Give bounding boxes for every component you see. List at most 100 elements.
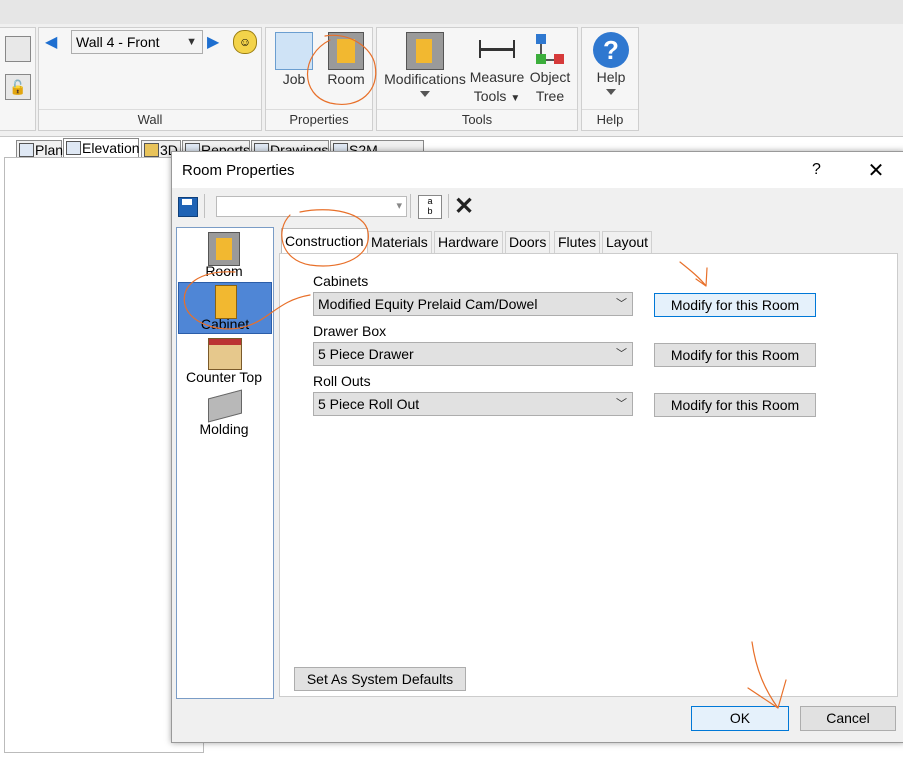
tab-plan[interactable]: Plan	[16, 140, 64, 158]
tab-layout-label: Layout	[606, 234, 649, 250]
next-wall-icon[interactable]: ▶	[207, 32, 219, 52]
category-cabinet-label: Cabinet	[200, 316, 250, 332]
chevron-down-icon: ﹀	[616, 298, 627, 310]
tab-hardware[interactable]: Hardware	[434, 231, 503, 253]
chevron-down-icon: ﹀	[616, 398, 627, 410]
countertop-icon	[208, 338, 242, 370]
cabinets-label: Cabinets	[313, 273, 369, 289]
modifications-label: Modifications	[384, 71, 466, 87]
job-button[interactable]: Job	[270, 32, 318, 89]
category-molding[interactable]: Molding	[178, 388, 270, 438]
cancel-button[interactable]: Cancel	[800, 706, 896, 731]
measure-tools-button[interactable]: Measure Tools ▼	[469, 32, 525, 108]
toolbar-separator	[448, 194, 449, 218]
measure-label-1: Measure	[469, 69, 525, 85]
tab-flutes[interactable]: Flutes	[554, 231, 601, 253]
job-button-label: Job	[282, 71, 306, 87]
ribbon-group-tools: Modifications Measure Tools ▼ Object Tre…	[376, 27, 578, 131]
ok-button[interactable]: OK	[691, 706, 789, 731]
face-icon[interactable]: ☺	[233, 30, 257, 54]
wall-selector[interactable]: Wall 4 - Front ▼	[71, 30, 203, 54]
molding-icon	[208, 389, 242, 423]
measure-label-2-row: Tools ▼	[469, 87, 525, 108]
tab-materials[interactable]: Materials	[367, 231, 432, 253]
chevron-down-icon: ▼	[186, 36, 197, 48]
modify-roll-outs-button[interactable]: Modify for this Room	[654, 393, 816, 417]
dropdown-caret-icon: ▼	[510, 93, 521, 104]
toolbar-separator	[204, 194, 205, 218]
dialog-title: Room Properties	[182, 162, 295, 179]
roll-outs-select[interactable]: 5 Piece Roll Out ﹀	[313, 392, 633, 416]
dialog-titlebar: Room Properties ? ✕	[172, 152, 903, 188]
category-list: Room Cabinet Counter Top Molding	[176, 227, 274, 699]
preset-combo[interactable]: ▾	[216, 196, 407, 217]
category-countertop[interactable]: Counter Top	[178, 336, 270, 386]
category-countertop-label: Counter Top	[185, 369, 262, 385]
construction-tab-panel	[279, 253, 898, 697]
tab-elevation[interactable]: Elevation	[63, 138, 140, 158]
tab-layout[interactable]: Layout	[602, 231, 653, 253]
elevation-icon	[66, 141, 81, 155]
measure-label-2: Tools	[473, 88, 507, 104]
modifications-icon	[406, 32, 444, 70]
plan-icon	[19, 143, 34, 157]
dialog-help-button[interactable]: ?	[812, 161, 821, 179]
drawer-box-select-value: 5 Piece Drawer	[318, 346, 414, 362]
rename-icon[interactable]: ab	[418, 195, 442, 219]
room-icon	[208, 232, 240, 266]
save-icon[interactable]	[178, 197, 198, 217]
category-molding-label: Molding	[199, 421, 249, 437]
room-button-label: Room	[327, 71, 365, 87]
prev-wall-icon[interactable]: ◀	[45, 32, 57, 52]
wall-selector-value: Wall 4 - Front	[76, 34, 160, 50]
ribbon-group-left-partial: 🔓	[0, 27, 36, 131]
dropdown-caret-icon	[606, 89, 616, 95]
drawer-box-select[interactable]: 5 Piece Drawer ﹀	[313, 342, 633, 366]
category-cabinet[interactable]: Cabinet	[178, 282, 272, 334]
tab-materials-label: Materials	[371, 234, 428, 250]
close-icon[interactable]: ✕	[864, 158, 888, 183]
roll-outs-label: Roll Outs	[313, 373, 371, 389]
cabinet-icon	[215, 285, 237, 319]
help-button-label: Help	[596, 69, 626, 85]
window-top-strip	[0, 0, 903, 24]
tab-construction[interactable]: Construction	[281, 228, 368, 254]
modify-cabinets-button[interactable]: Modify for this Room	[654, 293, 816, 317]
ribbon-group-help: ? Help Help	[581, 27, 639, 131]
chevron-down-icon: ﹀	[616, 348, 627, 360]
object-label-1: Object	[529, 69, 571, 85]
tab-hardware-label: Hardware	[438, 234, 499, 250]
modify-drawer-box-button[interactable]: Modify for this Room	[654, 343, 816, 367]
tab-elevation-label: Elevation	[82, 140, 140, 156]
modifications-button[interactable]: Modifications	[381, 32, 469, 97]
cabinets-select-value: Modified Equity Prelaid Cam/Dowel	[318, 296, 538, 312]
tab-doors[interactable]: Doors	[505, 231, 551, 253]
roll-outs-select-value: 5 Piece Roll Out	[318, 396, 420, 412]
delete-icon[interactable]: ✕	[454, 192, 474, 221]
help-icon: ?	[593, 32, 629, 68]
3d-box-icon	[144, 143, 159, 157]
group-label-tools: Tools	[377, 109, 577, 130]
measure-icon	[477, 32, 517, 68]
set-system-defaults-button[interactable]: Set As System Defaults	[294, 667, 466, 691]
unlock-icon[interactable]: 🔓	[5, 74, 31, 100]
room-icon	[328, 32, 364, 70]
category-room-label: Room	[205, 263, 243, 279]
tab-construction-label: Construction	[285, 233, 364, 249]
job-icon	[275, 32, 313, 70]
group-label-help: Help	[582, 109, 638, 130]
room-button[interactable]: Room	[322, 32, 370, 89]
room-properties-dialog: Room Properties ? ✕ ▾ ab ✕ Room Cabinet …	[171, 151, 903, 743]
cabinets-select[interactable]: Modified Equity Prelaid Cam/Dowel ﹀	[313, 292, 633, 316]
category-room[interactable]: Room	[178, 230, 270, 280]
object-tree-button[interactable]: Object Tree	[525, 32, 575, 106]
drawer-box-label: Drawer Box	[313, 323, 387, 339]
help-button[interactable]: ? Help	[586, 32, 636, 95]
tab-flutes-label: Flutes	[558, 234, 597, 250]
object-tree-icon	[532, 32, 568, 68]
ribbon-group-wall: ◀ Wall 4 - Front ▼ ▶ ☺ Wall	[38, 27, 262, 131]
tab-plan-label: Plan	[35, 142, 64, 158]
tab-doors-label: Doors	[509, 234, 547, 250]
wall-edit-icon[interactable]	[5, 36, 31, 62]
ribbon-group-properties: Job Room Properties	[265, 27, 373, 131]
